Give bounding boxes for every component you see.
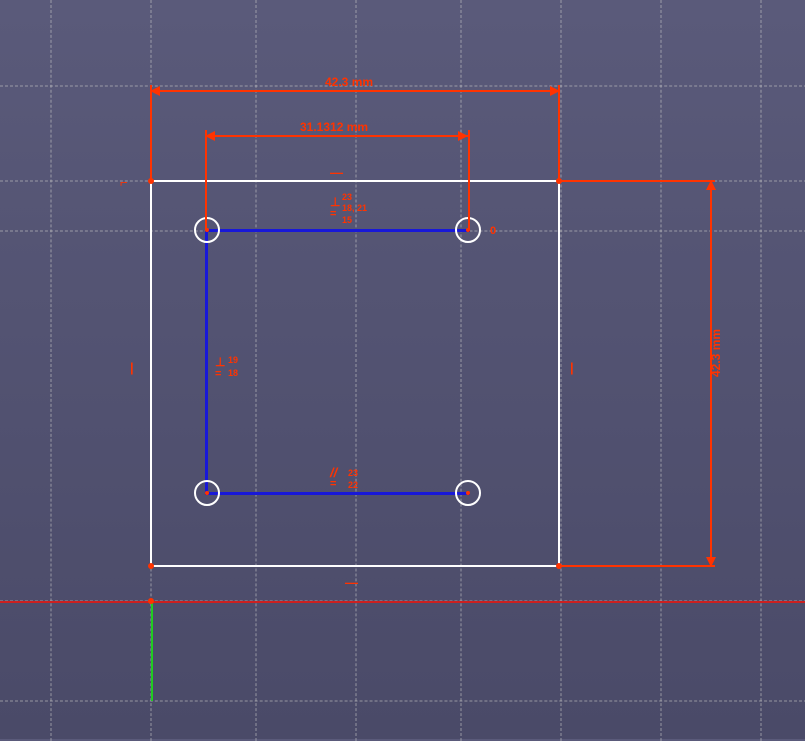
outer-left-edge[interactable] [150, 180, 152, 567]
constraint-left-num19: 19 [228, 355, 238, 365]
hole-center-bl[interactable] [205, 491, 209, 495]
dim-inner-width-extension-right [468, 130, 470, 230]
constraint-top-perp: ⊥ [330, 195, 340, 209]
constraint-left-tick: | [130, 360, 134, 375]
dim-width-label[interactable]: 42.3 mm [325, 75, 373, 89]
dim-height-extension-top [560, 180, 715, 182]
outer-top-edge[interactable] [150, 180, 560, 182]
constraint-bottom-num23: 23 [348, 468, 358, 478]
y-axis [151, 601, 153, 701]
hole-center-br[interactable] [466, 491, 470, 495]
constraint-bottom-num22: 22 [348, 480, 358, 490]
x-axis [0, 601, 805, 603]
dim-height-label[interactable]: 42.3 mm [709, 329, 723, 377]
constraint-top-num: 18, 21 [342, 203, 367, 213]
constraint-corner: ⌐ [120, 175, 128, 190]
constraint-left-num18: 18 [228, 368, 238, 378]
inner-bottom-edge[interactable] [205, 492, 470, 495]
outer-vertex-bl[interactable] [148, 563, 154, 569]
inner-top-edge[interactable] [205, 229, 470, 232]
constraint-bottom-eq: = [330, 478, 336, 490]
constraint-bottom-dash: — [345, 575, 358, 590]
constraint-right-tick: | [570, 360, 574, 375]
constraint-c23-top: 23 [342, 192, 352, 202]
dim-width-extension-left [150, 85, 152, 180]
dim-width-extension-right [558, 85, 560, 180]
dim-inner-width-extension-left [205, 130, 207, 230]
constraint-left-perp: ⊥ [215, 355, 225, 369]
origin-point [148, 598, 154, 604]
constraint-top-num2: 15 [342, 215, 352, 225]
constraint-top-eq1: = [330, 208, 336, 220]
outer-right-edge[interactable] [558, 180, 560, 567]
constraint-left-eq: = [215, 368, 221, 380]
dim-height-extension-bottom [560, 565, 715, 567]
dim-zero-label[interactable]: 0 [490, 225, 496, 237]
constraint-top-dash: — [330, 165, 343, 180]
inner-left-edge[interactable] [205, 229, 208, 494]
outer-bottom-edge[interactable] [150, 565, 560, 567]
dim-width-line[interactable] [150, 90, 560, 92]
dim-inner-width-label[interactable]: 31.1312 mm [300, 120, 368, 134]
dim-inner-width-line[interactable] [205, 135, 470, 137]
